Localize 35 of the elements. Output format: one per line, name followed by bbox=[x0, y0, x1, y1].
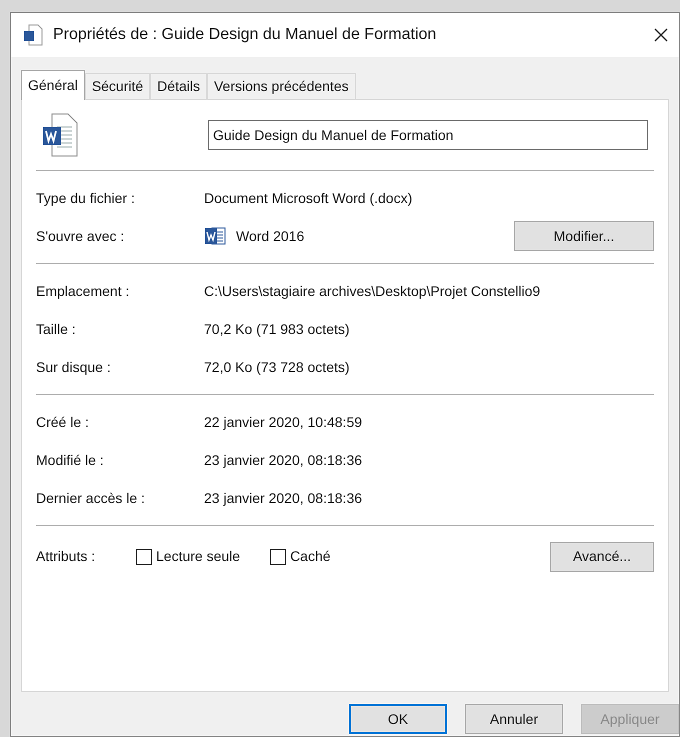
window-title: Propriétés de : Guide Design du Manuel de Formation bbox=[53, 25, 436, 45]
checkbox-label[interactable]: Caché bbox=[290, 546, 331, 567]
file-name-field[interactable]: Guide Design du Manuel de Formation bbox=[208, 120, 648, 150]
change-button[interactable]: Modifier... bbox=[514, 221, 654, 251]
tab[interactable]: Général bbox=[21, 70, 85, 100]
tab[interactable]: Détails bbox=[150, 73, 207, 99]
property-label: Créé le : bbox=[36, 412, 90, 432]
close-icon[interactable] bbox=[653, 27, 669, 43]
property-value: Word 2016 bbox=[236, 226, 304, 246]
tab[interactable]: Versions précédentes bbox=[206, 73, 356, 99]
property-value: 22 janvier 2020, 10:48:59 bbox=[204, 412, 362, 432]
property-label: Emplacement : bbox=[36, 282, 130, 301]
document-icon bbox=[23, 24, 43, 46]
property-label: Taille : bbox=[36, 320, 77, 338]
word-app-icon bbox=[204, 226, 226, 246]
checkbox-label[interactable]: Lecture seule bbox=[156, 546, 240, 567]
checkbox[interactable] bbox=[270, 548, 286, 564]
attributes-label: Attributs : bbox=[36, 547, 96, 566]
property-value: 23 janvier 2020, 08:18:36 bbox=[204, 488, 362, 508]
property-value: 23 janvier 2020, 08:18:36 bbox=[204, 450, 362, 470]
property-value: Document Microsoft Word (.docx) bbox=[204, 188, 412, 208]
property-value: 72,0 Ko (73 728 octets) bbox=[204, 358, 350, 377]
dialog-button[interactable]: Annuler bbox=[465, 704, 563, 734]
property-label: Modifié le : bbox=[36, 450, 105, 470]
word-document-icon bbox=[42, 113, 78, 157]
tab[interactable]: Sécurité bbox=[84, 73, 150, 99]
property-label: Dernier accès le : bbox=[36, 488, 146, 508]
property-value: C:\Users\stagiaire archives\Desktop\Projet Constellio9 bbox=[204, 282, 540, 301]
property-label: Sur disque : bbox=[36, 358, 112, 377]
advanced-button[interactable]: Avancé... bbox=[550, 542, 654, 572]
property-label: Type du fichier : bbox=[36, 188, 136, 208]
property-label: S'ouvre avec : bbox=[36, 226, 126, 246]
dialog-button[interactable]: OK bbox=[349, 704, 447, 734]
checkbox[interactable] bbox=[136, 548, 152, 564]
property-value: 70,2 Ko (71 983 octets) bbox=[204, 320, 350, 339]
